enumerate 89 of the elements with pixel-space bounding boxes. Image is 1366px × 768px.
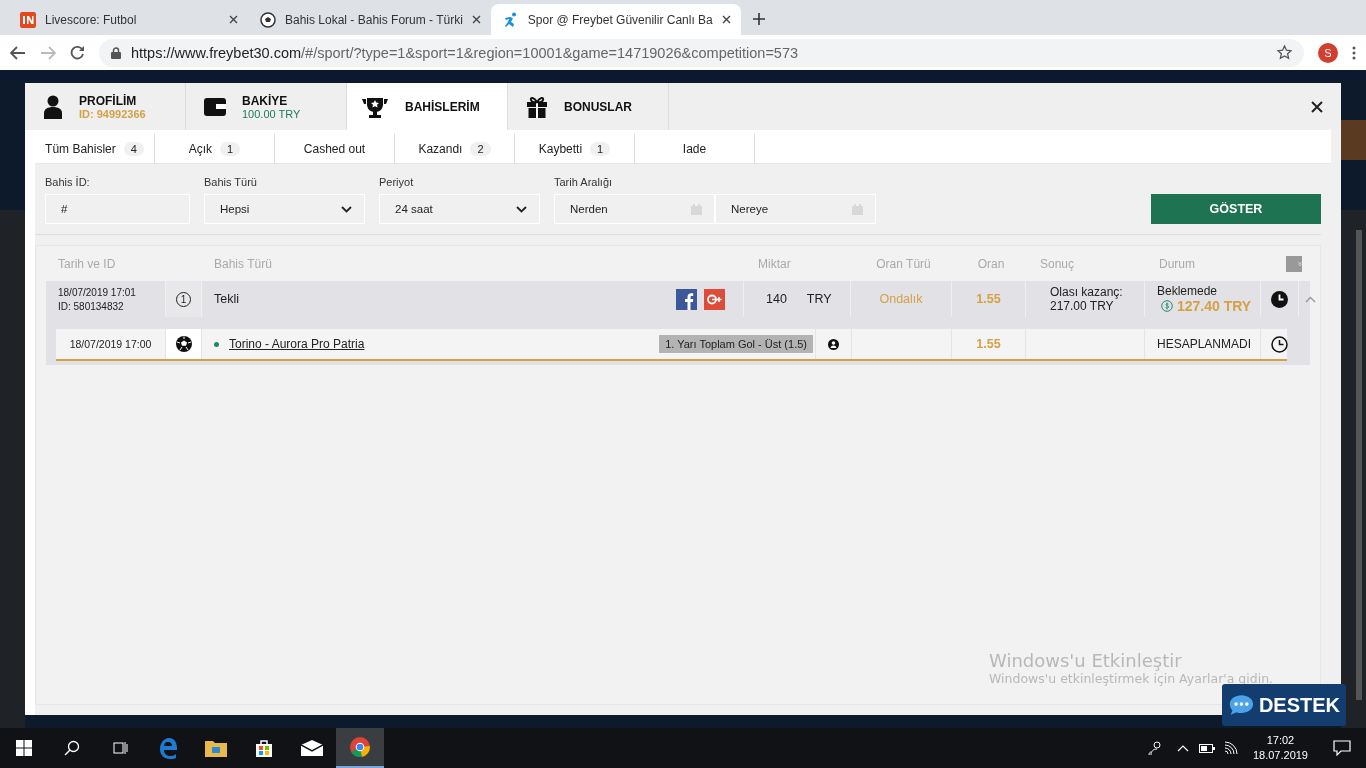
person-icon [828,338,839,350]
count-badge: 1 [220,141,241,156]
chevron-down-icon [516,205,527,213]
trophy-icon [361,95,389,118]
market-label: 1. Yarı Toplam Gol - Üst (1.5) [659,335,813,353]
gift-icon [526,95,548,118]
filter-tab[interactable]: Tüm Bahisler 4 [35,133,155,164]
field-label: Periyot [379,176,415,188]
field-label: Bahis İD: [45,176,91,188]
match-link[interactable]: Torino - Aurora Pro Patria [229,337,365,351]
filter-label: Kaybetti [538,141,583,156]
chevron-up-icon[interactable] [1304,295,1316,303]
count-badge: 4 [123,141,144,156]
calendar-icon [691,203,702,215]
count-badge: 1 [590,141,611,156]
column-header: Durum [1158,256,1196,271]
close-icon[interactable] [1311,101,1323,113]
close-icon[interactable] [721,15,731,24]
live-dot-icon [214,341,219,347]
filter-tab[interactable]: Açık 1 [155,133,275,164]
wallet-icon [204,97,226,116]
profile-avatar[interactable]: S [1318,42,1338,63]
lock-icon [111,46,121,59]
status-text: Beklemede [1157,284,1218,298]
filter-label: Iade [682,141,707,156]
expand-all-icon[interactable] [1286,255,1302,272]
column-header: Bahis Türü [213,256,273,271]
date-from-field[interactable]: Nerden [554,194,715,224]
google-plus-icon[interactable] [704,288,725,310]
period-dropdown[interactable]: 24 saat [379,194,540,224]
person-icon [43,94,63,119]
clock-text[interactable]: 17:02 18.07.2019 [1242,733,1318,763]
tab-label: BAKİYE [242,93,289,108]
filter-tab[interactable]: Kaybetti 1 [515,133,635,164]
tab-subtitle: 100.00 TRY [242,107,301,120]
account-tab[interactable]: BAHİSLERİM [347,83,508,130]
tab-label: BAHİSLERİM [405,99,480,114]
clock-icon [1271,335,1288,353]
date-to-field[interactable]: Nereye [715,194,876,224]
browser-tab[interactable]: Spor @ Freybet Güvenilir Canlı Ba [490,4,741,35]
calendar-icon [852,203,863,215]
filter-label: Kazandı [418,141,463,156]
cashout-amount: 127.40 TRY [1177,298,1252,314]
filter-tab[interactable]: Iade [635,133,755,164]
odds-cell: 1.55 [952,329,1026,359]
support-button[interactable]: DESTEK [1222,684,1346,726]
coin-icon [1161,300,1173,312]
filter-label: Tüm Bahisler [45,141,116,156]
field-label: Tarih Aralığı [554,176,614,188]
bet-id-field[interactable]: # [45,194,190,224]
menu-icon[interactable] [1352,45,1356,60]
browser-tab[interactable]: Livescore: Futbol [8,4,248,35]
url-text: https://www.freybet30.com/#/sport/?type=1&sport=1&region=10001&game=14719026&competition=573 [131,44,799,61]
status-cell: HESAPLANMADI [1145,329,1261,359]
show-button[interactable]: GÖSTER [1151,194,1321,224]
filter-tab[interactable]: Cashed out [275,133,395,164]
tab-subtitle: ID: 94992366 [79,107,146,120]
filter-tab[interactable]: Kazandı 2 [395,133,515,164]
new-tab-icon[interactable] [752,13,765,25]
chrome-browser-icon[interactable] [336,728,384,768]
reload-icon[interactable] [70,45,85,60]
clock-icon [1271,290,1288,308]
star-icon[interactable] [1277,45,1292,60]
column-header: Oran [976,256,1006,271]
runner-icon [502,11,519,28]
field-label: Bahis Türü [204,176,258,188]
livescore-logo-icon [20,11,36,28]
column-header: Sonuç [1039,256,1076,271]
activation-subtitle: Windows'u etkinleştirmek için Ayarlar'a gidin. [989,671,1274,686]
soccer-ball-icon [175,336,192,352]
facebook-icon[interactable] [676,288,697,310]
soccer-ball-icon [260,11,276,28]
column-header: Oran Türü [875,256,932,271]
count-badge: 2 [470,141,491,156]
tab-label: BONUSLAR [564,99,632,114]
bet-type-dropdown[interactable]: Hepsi [204,194,365,224]
tab-label: PROFİLİM [79,93,138,108]
column-header: Tarih ve ID [57,256,117,271]
activation-title: Windows'u Etkinleştir [989,650,1183,671]
bet-type-text: Tekli [214,292,239,306]
close-icon[interactable] [471,15,481,24]
filter-label: Cashed out [303,141,366,156]
back-icon[interactable] [10,45,26,60]
browser-tab[interactable]: Bahis Lokal - Bahis Forum - Türki [248,4,491,35]
filter-label: Açık [188,141,213,156]
column-header: Miktar [757,256,792,271]
chevron-down-icon [341,205,352,213]
address-field[interactable]: https://www.freybet30.com/#/sport/?type=1&sport=1&region=10001&game=14719026&competition=573 [99,38,1304,67]
close-icon[interactable] [229,15,238,24]
